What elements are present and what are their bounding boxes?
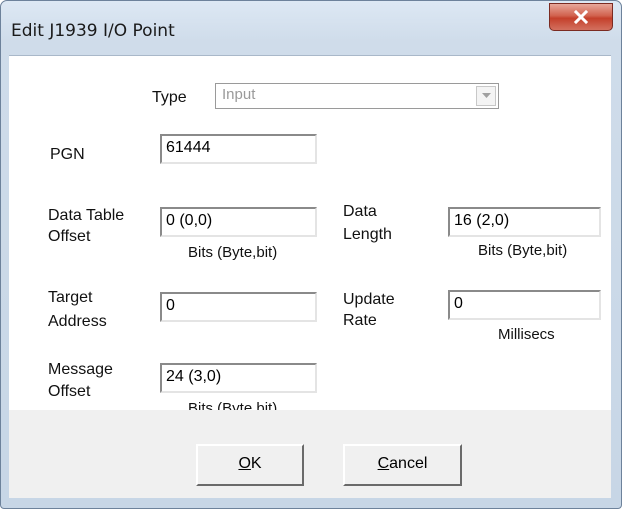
data-length-label-line1: Data bbox=[343, 203, 377, 220]
target-address-field[interactable]: 0 bbox=[160, 292, 317, 322]
ok-button[interactable]: OK bbox=[196, 444, 304, 486]
pgn-label: PGN bbox=[50, 146, 85, 163]
data-table-offset-label-line1: Data Table bbox=[48, 207, 125, 224]
update-rate-field[interactable]: 0 bbox=[448, 290, 601, 320]
message-offset-label-line2: Offset bbox=[48, 383, 91, 400]
type-dropdown[interactable]: Input bbox=[215, 83, 499, 109]
update-rate-label-line1: Update bbox=[343, 291, 395, 308]
target-address-label-line1: Target bbox=[48, 289, 93, 306]
window-title: Edit J1939 I/O Point bbox=[11, 21, 175, 41]
message-offset-label-line1: Message bbox=[48, 361, 113, 378]
pgn-field[interactable]: 61444 bbox=[160, 134, 317, 164]
target-address-label-line2: Address bbox=[48, 313, 107, 330]
update-rate-label-line2: Rate bbox=[343, 312, 377, 329]
close-button[interactable] bbox=[549, 3, 613, 31]
cancel-button-mnemonic: C bbox=[377, 455, 390, 472]
close-icon bbox=[573, 10, 589, 24]
data-table-offset-label-line2: Offset bbox=[48, 228, 91, 245]
cancel-button-label: ancel bbox=[389, 455, 428, 472]
data-length-field[interactable]: 16 (2,0) bbox=[448, 207, 601, 237]
ok-button-mnemonic: O bbox=[238, 455, 251, 472]
button-area bbox=[9, 410, 611, 498]
message-offset-field[interactable]: 24 (3,0) bbox=[160, 363, 317, 393]
data-length-unit: Bits (Byte,bit) bbox=[478, 242, 568, 259]
cancel-button[interactable]: Cancel bbox=[343, 444, 462, 486]
data-length-label-line2: Length bbox=[343, 226, 392, 243]
chevron-down-icon[interactable] bbox=[476, 86, 496, 106]
ok-button-label: K bbox=[250, 455, 262, 472]
data-table-offset-field[interactable]: 0 (0,0) bbox=[160, 207, 317, 237]
update-rate-unit: Millisecs bbox=[498, 326, 555, 343]
data-table-offset-unit: Bits (Byte,bit) bbox=[188, 244, 278, 261]
type-label: Type bbox=[152, 89, 187, 106]
type-dropdown-value: Input bbox=[222, 86, 256, 103]
title-bar[interactable]: Edit J1939 I/O Point bbox=[1, 1, 621, 59]
